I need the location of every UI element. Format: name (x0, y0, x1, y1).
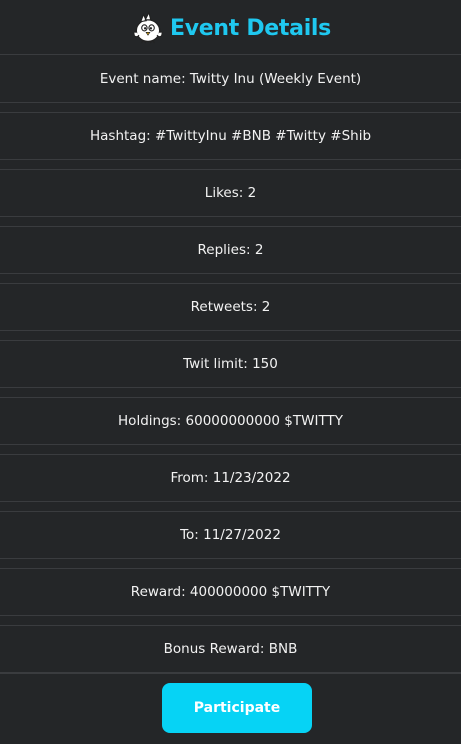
to-date-row: To: 11/27/2022 (0, 511, 461, 559)
page-title: Event Details (170, 15, 331, 41)
hashtag-row: Hashtag: #TwittyInu #BNB #Twitty #Shib (0, 112, 461, 160)
holdings-row: Holdings: 60000000000 $TWITTY (0, 397, 461, 445)
page-header: Event Details (0, 0, 461, 55)
reward-row: Reward: 400000000 $TWITTY (0, 568, 461, 616)
retweets-row: Retweets: 2 (0, 283, 461, 331)
actions-footer: Participate (0, 673, 461, 744)
bird-mascot-icon (133, 11, 163, 44)
twit-limit-row: Twit limit: 150 (0, 340, 461, 388)
participate-button[interactable]: Participate (162, 683, 312, 733)
likes-row: Likes: 2 (0, 169, 461, 217)
from-date-row: From: 11/23/2022 (0, 454, 461, 502)
event-details-list: Event name: Twitty Inu (Weekly Event) Ha… (0, 55, 461, 682)
bonus-reward-row: Bonus Reward: BNB (0, 625, 461, 673)
event-name-row: Event name: Twitty Inu (Weekly Event) (0, 55, 461, 103)
replies-row: Replies: 2 (0, 226, 461, 274)
